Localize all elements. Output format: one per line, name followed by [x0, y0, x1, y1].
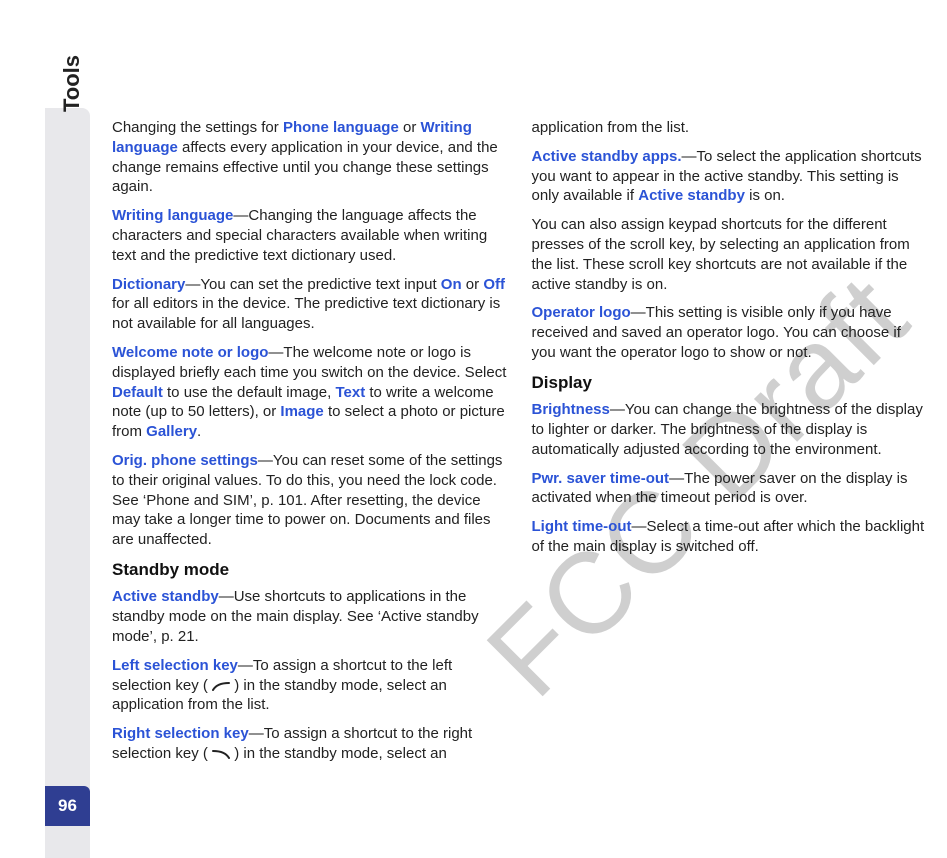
- para-active-standby: Active standby—Use shortcuts to applicat…: [112, 587, 508, 646]
- right-softkey-icon: [212, 749, 230, 760]
- term-operator-logo: Operator logo: [532, 304, 631, 321]
- sidebar: Tools 96: [0, 0, 90, 858]
- para-left-selection: Left selection key—To assign a shortcut …: [112, 656, 508, 715]
- para-phone-language: Changing the settings for Phone language…: [112, 118, 508, 197]
- term-default: Default: [112, 384, 163, 401]
- page-number: 96: [45, 786, 90, 826]
- term-gallery: Gallery: [146, 423, 197, 440]
- term-off: Off: [483, 276, 505, 293]
- heading-display: Display: [532, 372, 928, 394]
- side-tab: [45, 108, 90, 858]
- term-left-selection: Left selection key: [112, 657, 238, 674]
- page-content: Changing the settings for Phone language…: [112, 118, 927, 768]
- term-asa: Active standby apps.: [532, 148, 682, 165]
- side-section-title: Tools: [59, 55, 85, 112]
- term-right-selection: Right selection key: [112, 725, 249, 742]
- left-softkey-icon: [212, 681, 230, 692]
- para-writing-language: Writing language—Changing the language a…: [112, 206, 508, 265]
- term-writing-language-2: Writing language: [112, 207, 233, 224]
- term-on: On: [441, 276, 462, 293]
- para-light-timeout: Light time-out—Select a time-out after w…: [532, 517, 928, 557]
- term-active-standby: Active standby: [112, 588, 219, 605]
- term-brightness: Brightness: [532, 401, 610, 418]
- para-scroll-key: You can also assign keypad shortcuts for…: [532, 215, 928, 294]
- term-active-standby-2: Active standby: [638, 187, 745, 204]
- term-dictionary: Dictionary: [112, 276, 185, 293]
- para-operator-logo: Operator logo—This setting is visible on…: [532, 303, 928, 362]
- term-text: Text: [335, 384, 365, 401]
- heading-standby-mode: Standby mode: [112, 559, 508, 581]
- term-phone-language: Phone language: [283, 119, 399, 136]
- term-light: Light time-out: [532, 518, 632, 535]
- term-image: Image: [280, 403, 323, 420]
- term-welcome: Welcome note or logo: [112, 344, 268, 361]
- para-dictionary: Dictionary—You can set the predictive te…: [112, 275, 508, 334]
- para-power-saver: Pwr. saver time-out—The power saver on t…: [532, 469, 928, 509]
- para-welcome: Welcome note or logo—The welcome note or…: [112, 343, 508, 442]
- para-brightness: Brightness—You can change the brightness…: [532, 400, 928, 459]
- term-orig: Orig. phone settings: [112, 452, 258, 469]
- term-pwr: Pwr. saver time-out: [532, 470, 670, 487]
- para-orig-settings: Orig. phone settings—You can reset some …: [112, 451, 508, 550]
- para-active-standby-apps: Active standby apps.—To select the appli…: [532, 147, 928, 206]
